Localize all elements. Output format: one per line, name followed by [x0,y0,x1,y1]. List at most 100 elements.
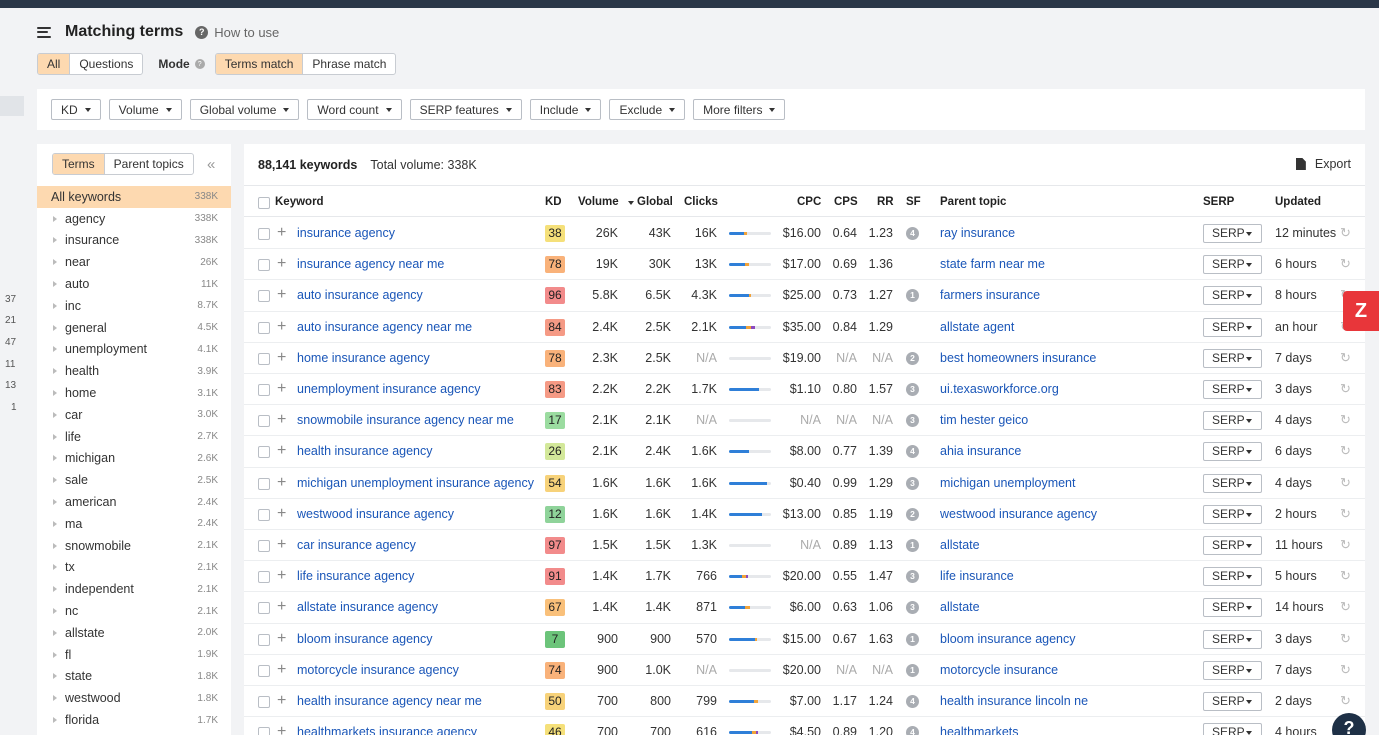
keyword-link[interactable]: snowmobile insurance agency near me [297,413,514,427]
keyword-link[interactable]: health insurance agency near me [297,694,482,708]
add-to-list-icon[interactable]: + [277,568,286,584]
refresh-icon[interactable]: ↻ [1340,443,1351,459]
expand-triangle-icon[interactable] [53,281,57,288]
add-to-list-icon[interactable]: + [277,661,286,678]
serp-features-badge[interactable]: 1 [906,632,919,646]
serp-dropdown-button[interactable]: SERP [1203,723,1262,735]
row-checkbox[interactable] [258,696,270,708]
col-updated[interactable]: Updated [1275,196,1321,208]
keyword-link[interactable]: allstate insurance agency [297,600,438,614]
add-to-list-icon[interactable]: + [277,443,286,459]
row-checkbox[interactable] [258,290,270,303]
add-to-list-icon[interactable]: + [277,225,286,241]
expand-triangle-icon[interactable] [53,215,57,222]
expand-triangle-icon[interactable] [53,259,57,266]
expand-triangle-icon[interactable] [53,542,57,549]
sidebar-item-florida[interactable]: florida 1.7K [37,709,231,731]
keyword-link[interactable]: home insurance agency [297,351,430,365]
expand-triangle-icon[interactable] [53,520,57,527]
expand-triangle-icon[interactable] [53,455,57,462]
sidebar-item-inc[interactable]: inc 8.7K [37,295,231,317]
question-circle-icon[interactable]: ? [195,25,209,39]
row-checkbox[interactable] [258,508,270,521]
sidebar-item-independent[interactable]: independent 2.1K [37,578,231,600]
serp-dropdown-button[interactable]: SERP [1203,660,1262,680]
filter-volume-button[interactable]: Volume [108,99,182,120]
sidebar-item-fl[interactable]: fl 1.9K [37,644,231,666]
keyword-link[interactable]: auto insurance agency [297,288,423,302]
sidebar-item-car[interactable]: car 3.0K [37,404,231,426]
zapier-icon[interactable]: Z [1343,291,1379,331]
parent-topic-link[interactable]: allstate [940,600,980,614]
parent-topic-link[interactable]: westwood insurance agency [940,507,1097,521]
sidebar-item-nc[interactable]: nc 2.1K [37,600,231,622]
filter-global-volume-button[interactable]: Global volume [189,99,300,120]
sidebar-item-life[interactable]: life 2.7K [37,426,231,448]
serp-features-badge[interactable]: 4 [906,726,919,735]
sidebar-item-auto[interactable]: auto 11K [37,273,231,295]
expand-triangle-icon[interactable] [53,717,57,724]
expand-triangle-icon[interactable] [53,499,57,506]
expand-triangle-icon[interactable] [53,564,57,571]
filter-exclude-button[interactable]: Exclude [609,99,686,120]
row-checkbox[interactable] [258,477,270,490]
parent-topic-link[interactable]: bloom insurance agency [940,632,1076,646]
keyword-link[interactable]: insurance agency near me [297,257,444,271]
refresh-icon[interactable]: ↻ [1340,693,1351,709]
refresh-icon[interactable]: ↻ [1340,568,1351,584]
expand-triangle-icon[interactable] [53,324,57,331]
expand-triangle-icon[interactable] [53,390,57,397]
row-checkbox[interactable] [258,352,270,365]
col-sf[interactable]: SF [906,196,921,208]
row-checkbox[interactable] [258,727,270,735]
serp-dropdown-button[interactable]: SERP [1203,692,1262,711]
sidebar-item-near[interactable]: near 26K [37,251,231,273]
serp-features-badge[interactable]: 3 [906,570,919,584]
parent-topic-link[interactable]: life insurance [940,569,1014,583]
serp-dropdown-button[interactable]: SERP [1203,224,1262,243]
row-checkbox[interactable] [258,321,270,334]
expand-triangle-icon[interactable] [53,433,57,440]
keyword-link[interactable]: unemployment insurance agency [297,382,480,396]
add-to-list-icon[interactable]: + [277,318,286,335]
row-checkbox[interactable] [258,664,270,677]
refresh-icon[interactable]: ↻ [1340,475,1351,491]
col-cps[interactable]: CPS [834,196,858,208]
parent-topic-link[interactable]: michigan unemployment [940,476,1076,490]
how-to-use-link[interactable]: How to use [214,25,279,40]
parent-topic-link[interactable]: best homeowners insurance [940,351,1096,365]
col-clicks[interactable]: Clicks [684,196,718,208]
keyword-link[interactable]: auto insurance agency near me [297,320,472,334]
sidebar-item-unemployment[interactable]: unemployment 4.1K [37,339,231,361]
expand-triangle-icon[interactable] [53,368,57,375]
serp-dropdown-button[interactable]: SERP [1203,317,1262,337]
row-checkbox[interactable] [258,415,270,428]
parent-topic-link[interactable]: ui.texasworkforce.org [940,382,1059,396]
serp-dropdown-button[interactable]: SERP [1203,598,1262,618]
sidebar-item-insurance[interactable]: insurance 338K [37,230,231,252]
add-to-list-icon[interactable]: + [277,349,286,366]
sidebar-item-general[interactable]: general 4.5K [37,317,231,339]
sidebar-item-tx[interactable]: tx 2.1K [37,557,231,579]
filter-word-count-button[interactable]: Word count [307,99,402,120]
serp-dropdown-button[interactable]: SERP [1203,255,1262,275]
keyword-link[interactable]: michigan unemployment insurance agency [297,476,534,490]
serp-features-badge[interactable]: 1 [906,289,919,303]
serp-dropdown-button[interactable]: SERP [1203,286,1262,306]
serp-features-badge[interactable]: 3 [906,383,919,396]
sidebar-item-health[interactable]: health 3.9K [37,360,231,382]
serp-features-badge[interactable]: 3 [906,601,919,615]
terms-match-toggle[interactable]: Terms match [215,54,304,74]
serp-dropdown-button[interactable]: SERP [1203,442,1262,462]
parent-topic-link[interactable]: allstate agent [940,320,1014,334]
col-serp[interactable]: SERP [1203,196,1234,208]
expand-triangle-icon[interactable] [53,411,57,418]
expand-triangle-icon[interactable] [53,629,57,636]
row-checkbox[interactable] [258,384,270,396]
sidebar-item-sale[interactable]: sale 2.5K [37,469,231,491]
select-all-checkbox[interactable] [258,197,270,209]
refresh-icon[interactable]: ↻ [1340,506,1351,522]
keyword-link[interactable]: motorcycle insurance agency [297,663,459,677]
add-to-list-icon[interactable]: + [277,287,286,303]
keyword-link[interactable]: healthmarkets insurance agency [297,725,477,735]
